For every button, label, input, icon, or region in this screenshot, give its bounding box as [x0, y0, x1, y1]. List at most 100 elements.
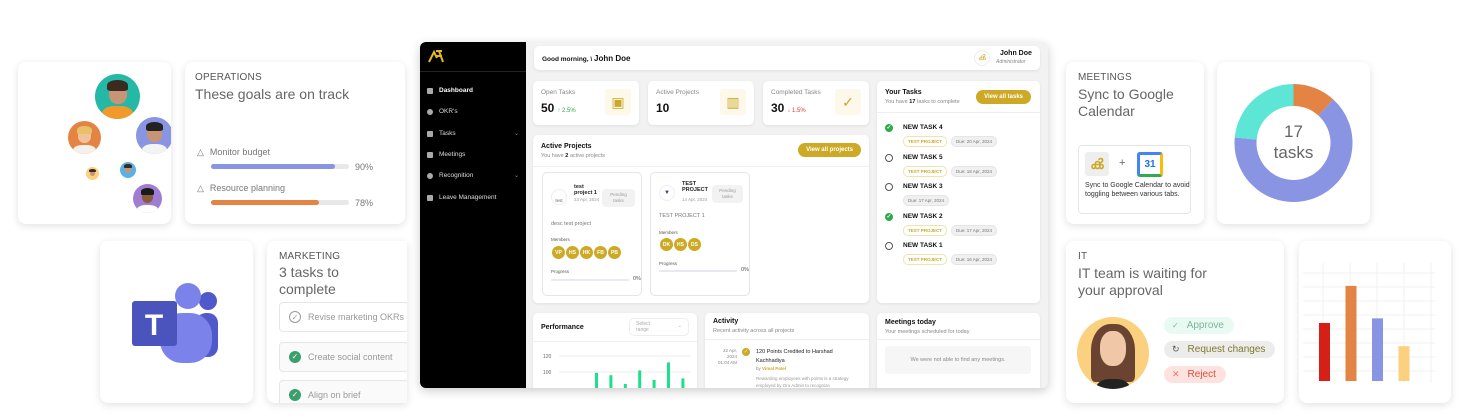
goal-monitor-budget: △ Monitor budget [197, 147, 270, 157]
bar [1398, 346, 1410, 381]
checkbox-icon[interactable] [885, 242, 893, 250]
stat-change-down: ↓ 1.5% [787, 108, 806, 114]
it-approval-card: IT IT team is waiting for your approval … [1066, 241, 1284, 403]
goal-percent: 78% [355, 198, 374, 208]
project-card[interactable]: test test project 1 23 Apr, 2024 Pending… [542, 172, 642, 296]
panel-title: Performance [541, 324, 584, 331]
progress-label: Progress [659, 261, 678, 266]
sidebar-item-meetings[interactable]: Meetings [427, 151, 519, 158]
bar-chart-card [1299, 241, 1451, 403]
avatar [86, 167, 99, 180]
marketing-task[interactable]: ✓ Revise marketing OKRs [279, 302, 407, 332]
google-calendar-icon: 31 [1137, 152, 1163, 177]
project-description: TEST PROJECT 1 [659, 213, 705, 219]
card-category: IT [1078, 251, 1088, 262]
sidebar-item-recognition[interactable]: Recognition ⌄ [427, 172, 519, 179]
stat-label: Open Tasks [541, 89, 576, 96]
activity-author: by Vimal Patel [756, 366, 786, 371]
donut-count: 17 [1284, 122, 1303, 141]
teams-card: T [100, 241, 253, 403]
due-date-tag: Due: 18 Apr, 2024 [951, 165, 998, 177]
member-avatar: HS [565, 245, 580, 260]
view-all-projects-button[interactable]: View all projects [798, 143, 861, 157]
project-date: 23 Apr, 2024 [574, 197, 600, 202]
sidebar-item-tasks[interactable]: Tasks ⌄ [427, 130, 519, 137]
members-label: Members [659, 230, 678, 235]
refresh-icon: ↻ [1172, 344, 1180, 354]
clipboard-clock-icon: ▣ [605, 89, 631, 115]
user-role: Administrator [996, 59, 1026, 65]
performance-bar [681, 378, 685, 388]
sidebar-item-dashboard[interactable]: Dashboard [427, 87, 519, 94]
checkbox-icon[interactable] [885, 183, 893, 191]
activity-date: 22 Apr, 2024 01:04 AM [717, 348, 737, 365]
goal-progress-bar [211, 164, 349, 169]
team-avatars-card [18, 62, 171, 224]
member-avatar: DK [659, 237, 674, 252]
due-date-tag: Due: 17 Apr, 2024 [951, 224, 998, 236]
progress-bar [659, 270, 737, 272]
check-circle-icon: ✓ [289, 311, 301, 323]
panel-subtitle: You have 17 tasks to complete [885, 99, 960, 105]
project-card[interactable]: ▼ TEST PROJECT 14 Apr, 2024 Pending task… [650, 172, 750, 296]
checkbox-checked-icon[interactable]: ✓ [885, 212, 893, 221]
reject-button[interactable]: ✕ Reject [1164, 366, 1226, 383]
warning-icon: △ [197, 147, 204, 157]
card-headline: IT team is waiting for your approval [1078, 265, 1207, 298]
check-circle-filled-icon: ✓ [289, 351, 301, 363]
stat-label: Completed Tasks [771, 89, 821, 96]
panel-subtitle: You have 2 active projects [541, 153, 606, 159]
badge-icon [427, 172, 433, 179]
project-name: test project 1 [574, 184, 597, 196]
request-changes-button[interactable]: ↻ Request changes [1164, 341, 1276, 358]
donut-slice [1292, 84, 1334, 117]
sidebar-item-leave-management[interactable]: Leave Management [427, 194, 519, 201]
project-date: 14 Apr, 2024 [682, 197, 708, 202]
performance-bar [595, 372, 598, 388]
requester-avatar [1077, 317, 1149, 389]
stat-completed-tasks: Completed Tasks 30 ↓ 1.5% ✓ [763, 81, 869, 125]
checkbox-checked-icon[interactable]: ✓ [885, 124, 893, 132]
panel-subtitle: Your meetings scheduled for today [885, 329, 970, 335]
panel-title: Your Tasks [885, 89, 922, 96]
active-projects-panel: Active Projects You have 2 active projec… [533, 135, 869, 303]
dashboard-screenshot: Dashboard OKR's Tasks ⌄ Meetings Recognit… [420, 42, 1048, 388]
greeting-user-name: John Doe [594, 54, 631, 63]
card-headline: 3 tasks to complete [279, 264, 339, 297]
panel-title: Meetings today [885, 319, 936, 326]
bar [1319, 323, 1330, 381]
marketing-task[interactable]: ✓ Align on brief [279, 380, 407, 403]
view-all-tasks-button[interactable]: View all tasks [976, 90, 1031, 104]
empty-meetings-message: We were not able to find any meetings. [885, 346, 1031, 374]
bar [1372, 318, 1383, 381]
panel-title: Active Projects [541, 143, 592, 150]
x-icon: ✕ [1172, 369, 1180, 379]
calendar-sync-box: ൿ + 31 Sync to Google Calendar to avoid … [1078, 145, 1191, 214]
activity-panel: Activity Recent activity across all proj… [705, 313, 869, 388]
card-category: OPERATIONS [195, 72, 262, 83]
building-icon [427, 194, 433, 201]
plus-sign: + [1119, 157, 1126, 169]
avatar [133, 184, 162, 213]
stat-change-up: ↑ 2.5% [557, 108, 576, 114]
y-tick-label: 120 [543, 354, 552, 360]
checkbox-icon[interactable] [885, 153, 893, 162]
tasks-donut-card: 17 tasks [1217, 62, 1370, 224]
user-name[interactable]: John Doe [1000, 50, 1032, 57]
avatar [120, 162, 136, 178]
marketing-task[interactable]: ✓ Create social content [279, 342, 407, 372]
check-circle-filled-icon: ✓ [289, 389, 301, 401]
award-icon: ✓ [742, 348, 750, 356]
sidebar: Dashboard OKR's Tasks ⌄ Meetings Recognit… [420, 42, 526, 388]
project-tag: TEST PROJECT [903, 254, 948, 265]
greeting: Good morning, \ [542, 56, 593, 63]
sidebar-item-okrs[interactable]: OKR's [427, 108, 519, 115]
approve-button[interactable]: ✓ Approve [1164, 317, 1234, 334]
user-avatar[interactable]: ൿ [974, 50, 990, 66]
okr-logo: ൿ [1085, 152, 1109, 176]
activity-title: 120 Points Credited to Harshad Kachhadiy… [756, 349, 833, 364]
document-icon [427, 130, 433, 137]
progress-label: Progress [551, 269, 570, 274]
task-name: NEW TASK 1 [903, 242, 943, 249]
range-select[interactable]: Select range ⌄ [629, 318, 689, 336]
